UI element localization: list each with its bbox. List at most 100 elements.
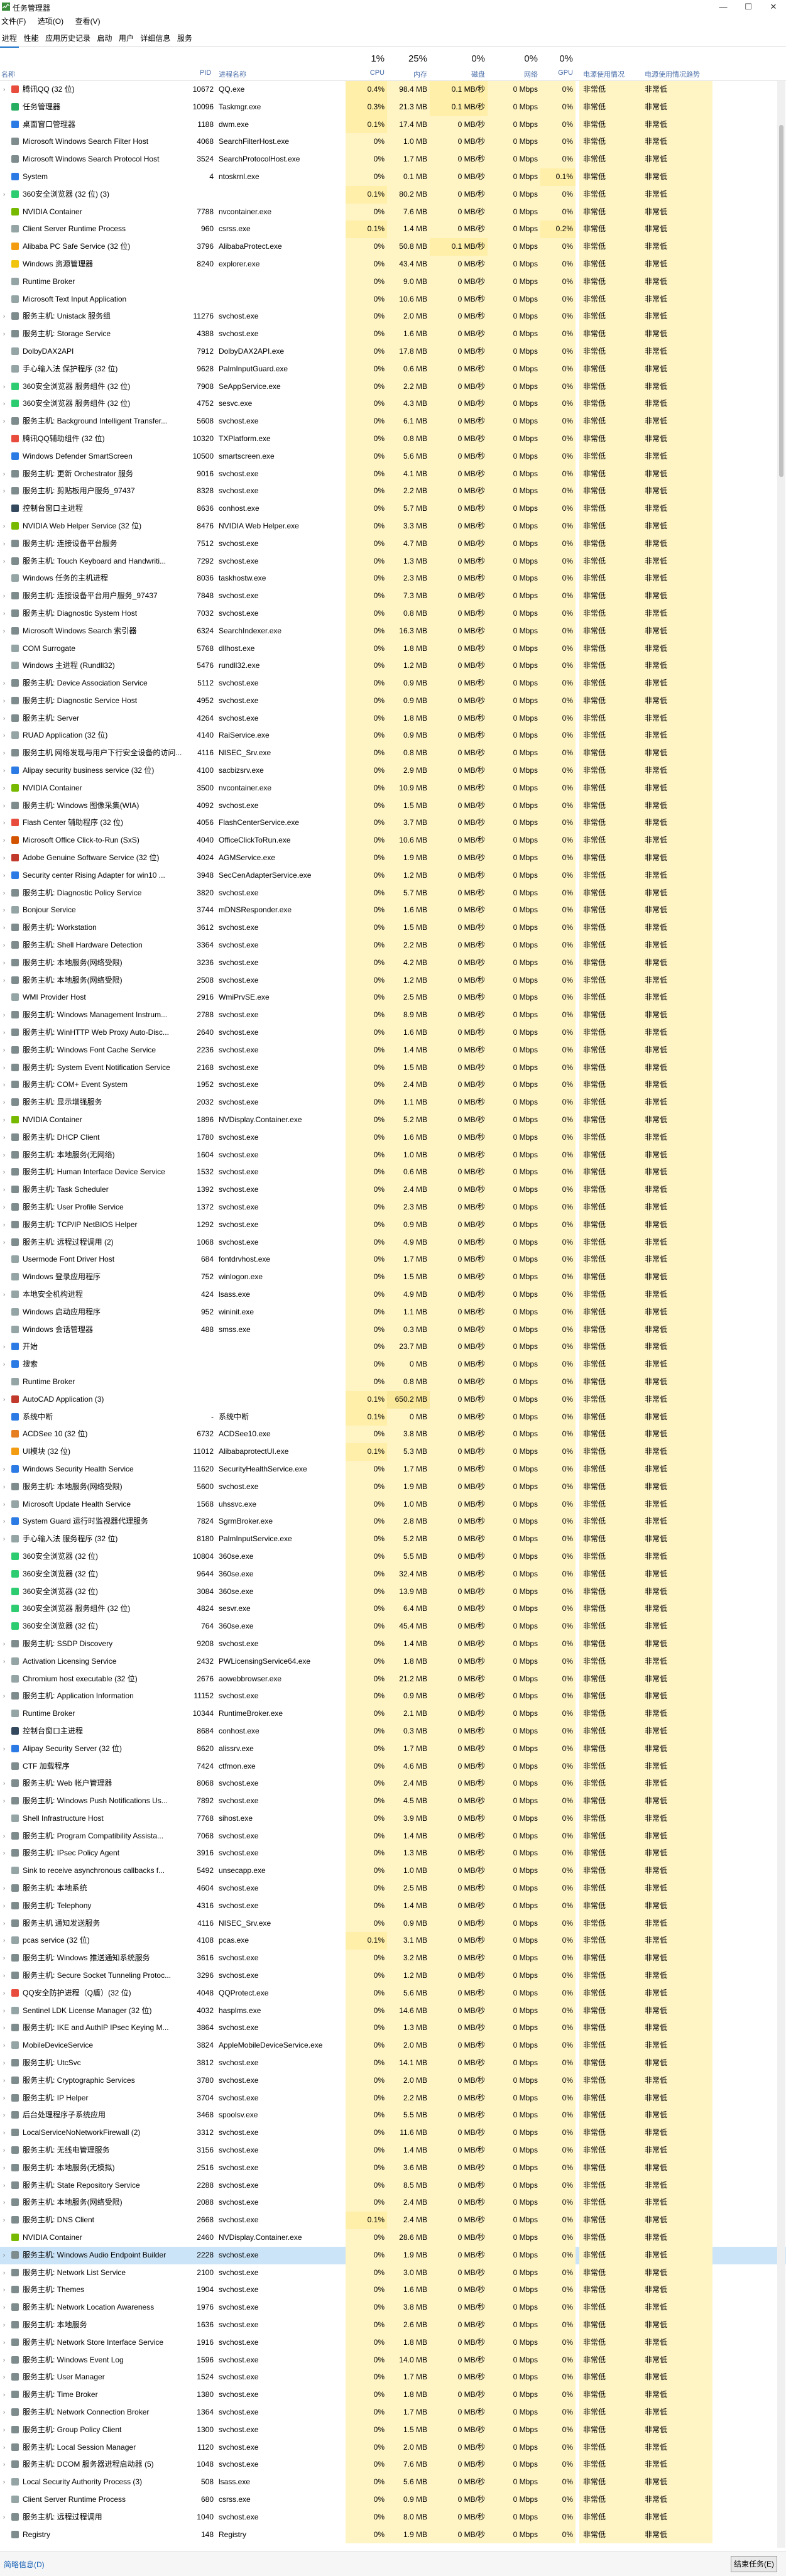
expand-chevron-icon[interactable]: ›	[3, 1199, 5, 1216]
expand-chevron-icon[interactable]: ›	[3, 553, 5, 570]
expand-chevron-icon[interactable]: ›	[3, 623, 5, 640]
header-pid[interactable]: PID	[200, 69, 211, 77]
process-row[interactable]: Windows 登录应用程序 752 winlogon.exe 0% 1.5 MB 0 M…	[0, 1269, 786, 1286]
process-row[interactable]: › 服务主机: Device Association Service 5112 svc…	[0, 675, 786, 692]
process-row[interactable]: Windows 主进程 (Rundll32) 5476 rundll32.exe 0%…	[0, 657, 786, 675]
expand-chevron-icon[interactable]: ›	[3, 1845, 5, 1862]
expand-chevron-icon[interactable]: ›	[3, 2299, 5, 2317]
expand-chevron-icon[interactable]: ›	[3, 466, 5, 483]
process-row[interactable]: › 服务主机: Network Connection Broker 1364 svch…	[0, 2403, 786, 2421]
expand-chevron-icon[interactable]: ›	[3, 483, 5, 500]
process-row[interactable]: › 服务主机: User Manager 1524 svchost.exe 0% 1.7 …	[0, 2369, 786, 2387]
process-row[interactable]: › 服务主机: Task Scheduler 1392 svchost.exe 0% 2.…	[0, 1181, 786, 1199]
process-row[interactable]: 系统中断 - 系统中断 0.1% 0 MB 0 MB/秒 0 Mbps 0% 非常低 非常低	[0, 1408, 786, 1426]
process-row[interactable]: › Security center Rising Adapter for win1…	[0, 866, 786, 885]
expand-chevron-icon[interactable]: ›	[3, 1356, 5, 1373]
expand-chevron-icon[interactable]: ›	[3, 2281, 5, 2299]
header-cpu[interactable]: 1% CPU	[346, 47, 387, 80]
process-row[interactable]: Shell Infrastructure Host 7768 sihost.exe 0…	[0, 1809, 786, 1828]
expand-chevron-icon[interactable]: ›	[3, 797, 5, 815]
process-row[interactable]: › 服务主机: Windows Management Instrum... 2788…	[0, 1007, 786, 1025]
expand-chevron-icon[interactable]: ›	[3, 727, 5, 745]
process-row[interactable]: › 服务主机: 本地服务(无模拟) 2516 svchost.exe 0% 3.6 MB 0…	[0, 2159, 786, 2177]
expand-chevron-icon[interactable]: ›	[3, 1950, 5, 1967]
process-row[interactable]: › NVIDIA Container 1896 NVDisplay.Container…	[0, 1111, 786, 1129]
process-row[interactable]: › 服务主机: Program Compatibility Assista... 7…	[0, 1827, 786, 1845]
process-row[interactable]: › 服务主机: 无线电管理服务 3156 svchost.exe 0% 1.4 MB 0 M…	[0, 2142, 786, 2159]
process-row[interactable]: NVIDIA Container 7788 nvcontainer.exe 0% 7.6…	[0, 203, 786, 221]
process-row[interactable]: › 服务主机: Windows Font Cache Service 2236 svc…	[0, 1041, 786, 1059]
header-gpu[interactable]: 0% GPU	[540, 47, 576, 80]
expand-chevron-icon[interactable]: ›	[3, 849, 5, 867]
expand-chevron-icon[interactable]: ›	[3, 885, 5, 902]
expand-chevron-icon[interactable]: ›	[3, 2142, 5, 2159]
vertical-scrollbar[interactable]	[777, 81, 785, 2548]
expand-chevron-icon[interactable]: ›	[3, 1775, 5, 1793]
process-row[interactable]: › 服务主机: TCP/IP NetBIOS Helper 1292 svchost.…	[0, 1216, 786, 1234]
process-row[interactable]: › 服务主机: User Profile Service 1372 svchost.e…	[0, 1199, 786, 1216]
process-row[interactable]: › LocalServiceNoNetworkFirewall (2) 3312 sv…	[0, 2124, 786, 2142]
process-row[interactable]: › Activation Licensing Service 2432 PWLicen…	[0, 1652, 786, 1671]
process-row[interactable]: › 服务主机: 剪贴板用户服务_97437 8328 svchost.exe 0% 2.2…	[0, 483, 786, 501]
expand-chevron-icon[interactable]: ›	[3, 867, 5, 885]
process-row[interactable]: Sink to receive asynchronous callbacks f…	[0, 1862, 786, 1880]
process-row[interactable]: › 服务主机: Network List Service 2100 svchost.e…	[0, 2264, 786, 2282]
expand-chevron-icon[interactable]: ›	[3, 1164, 5, 1181]
expand-chevron-icon[interactable]: ›	[3, 762, 5, 780]
process-row[interactable]: › 腾讯QQ (32 位) 10672 QQ.exe 0.4% 98.4 MB 0.1 MB…	[0, 81, 786, 99]
expand-chevron-icon[interactable]: ›	[3, 2072, 5, 2090]
process-row[interactable]: › 服务主机: Windows 图像采集(WIA) 4092 svchost.exe 0…	[0, 797, 786, 815]
expand-chevron-icon[interactable]: ›	[3, 395, 5, 413]
expand-chevron-icon[interactable]: ›	[3, 1461, 5, 1478]
minimize-button[interactable]: —	[711, 0, 736, 14]
expand-chevron-icon[interactable]: ›	[3, 1897, 5, 1915]
process-row[interactable]: › 服务主机: Application Information 11152 svcho…	[0, 1688, 786, 1706]
process-row[interactable]: Microsoft Windows Search Filter Host 4068…	[0, 133, 786, 151]
expand-chevron-icon[interactable]: ›	[3, 1111, 5, 1129]
expand-chevron-icon[interactable]: ›	[3, 2334, 5, 2352]
process-row[interactable]: Windows 任务的主机进程 8036 taskhostw.exe 0% 2.3 MB…	[0, 570, 786, 588]
expand-chevron-icon[interactable]: ›	[3, 2194, 5, 2212]
process-row[interactable]: Registry 148 Registry 0% 1.9 MB 0 MB/秒 0 Mbps 0…	[0, 2526, 786, 2544]
expand-chevron-icon[interactable]: ›	[3, 780, 5, 797]
process-row[interactable]: › Microsoft Office Click-to-Run (SxS) 4040…	[0, 832, 786, 850]
process-row[interactable]: 手心输入法 保护程序 (32 位) 9628 PalmInputGuard.exe 0…	[0, 360, 786, 378]
process-row[interactable]: › Alipay Security Server (32 位) 8620 alissr…	[0, 1740, 786, 1758]
expand-chevron-icon[interactable]: ›	[3, 2352, 5, 2369]
process-row[interactable]: › pcas service (32 位) 4108 pcas.exe 0.1% 3.1 …	[0, 1932, 786, 1950]
tab-services[interactable]: 服务	[175, 30, 194, 46]
header-power[interactable]: 电源使用情况	[583, 69, 625, 79]
expand-chevron-icon[interactable]: ›	[3, 2247, 5, 2264]
process-row[interactable]: › 服务主机: 本地服务 1636 svchost.exe 0% 2.6 MB 0 MB/秒…	[0, 2317, 786, 2334]
header-power-trend[interactable]: 电源使用情况趋势	[645, 69, 700, 79]
process-row[interactable]: › 服务主机: Group Policy Client 1300 svchost.ex…	[0, 2421, 786, 2439]
process-row[interactable]: Client Server Runtime Process 680 csrss.ex…	[0, 2491, 786, 2509]
expand-chevron-icon[interactable]: ›	[3, 2019, 5, 2037]
expand-chevron-icon[interactable]: ›	[3, 1129, 5, 1147]
expand-chevron-icon[interactable]: ›	[3, 1042, 5, 1059]
expand-chevron-icon[interactable]: ›	[3, 1094, 5, 1111]
process-row[interactable]: System 4 ntoskrnl.exe 0% 0.1 MB 0 MB/秒 0 Mbps 0…	[0, 168, 786, 186]
process-row[interactable]: 360安全浏览器 服务组件 (32 位) 4824 sesvr.exe 0% 6.4 M…	[0, 1600, 786, 1618]
process-row[interactable]: › 服务主机: 显示增强服务 2032 svchost.exe 0% 1.1 MB 0 MB…	[0, 1094, 786, 1112]
expand-chevron-icon[interactable]: ›	[3, 2090, 5, 2107]
process-row[interactable]: › 服务主机: Time Broker 1380 svchost.exe 0% 1.8 M…	[0, 2386, 786, 2404]
expand-chevron-icon[interactable]: ›	[3, 2386, 5, 2404]
process-row[interactable]: › 服务主机: DHCP Client 1780 svchost.exe 0% 1.6 M…	[0, 1128, 786, 1147]
process-row[interactable]: CTF 加载程序 7424 ctfmon.exe 0% 4.6 MB 0 MB/秒 0 Mb…	[0, 1757, 786, 1776]
tab-performance[interactable]: 性能	[21, 30, 40, 46]
expand-chevron-icon[interactable]: ›	[3, 1478, 5, 1496]
expand-chevron-icon[interactable]: ›	[3, 186, 5, 204]
process-row[interactable]: › 服务主机: 远程过程调用 1040 svchost.exe 0% 8.0 MB 0 MB…	[0, 2508, 786, 2526]
expand-chevron-icon[interactable]: ›	[3, 587, 5, 605]
process-row[interactable]: › 服务主机 通知发送服务 4116 NISEC_Srv.exe 0% 0.9 MB 0 M…	[0, 1914, 786, 1933]
process-row[interactable]: › 服务主机: Windows 推送通知系统服务 3616 svchost.exe 0%…	[0, 1950, 786, 1968]
process-row[interactable]: COM Surrogate 5768 dllhost.exe 0% 1.8 MB 0 MB…	[0, 640, 786, 658]
process-row[interactable]: › Microsoft Windows Search 索引器 6324 SearchI…	[0, 622, 786, 640]
process-row[interactable]: › 360安全浏览器 服务组件 (32 位) 7908 SeAppService.ex…	[0, 378, 786, 396]
expand-chevron-icon[interactable]: ›	[3, 1985, 5, 2002]
header-image[interactable]: 进程名称	[219, 69, 246, 79]
process-row[interactable]: 腾讯QQ辅助组件 (32 位) 10320 TXPlatform.exe 0% 0.8 …	[0, 430, 786, 448]
expand-chevron-icon[interactable]: ›	[3, 1793, 5, 1810]
header-disk[interactable]: 0% 磁盘	[430, 47, 488, 80]
